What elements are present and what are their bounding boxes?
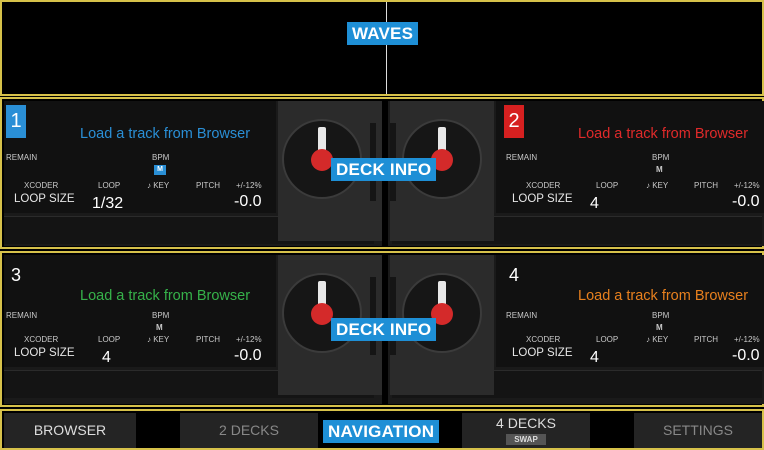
deck-2-number[interactable]: 2 <box>504 105 524 138</box>
deck-1-loop-label: LOOP <box>98 181 121 190</box>
deck-4-pitch-range-label[interactable]: +/-12% <box>734 335 760 344</box>
deck-2-loop-size-value[interactable]: 4 <box>590 195 599 213</box>
deck-info-overlay-label-top: DECK INFO <box>331 158 437 181</box>
waveform-panel[interactable] <box>0 0 764 96</box>
deck-info-overlay-label-bottom: DECK INFO <box>331 318 437 341</box>
deck-2-pitch-label: PITCH <box>694 181 718 190</box>
deck-3-xcoder-label: XCODER <box>24 335 59 344</box>
deck-4-bpm-label: BPM <box>652 311 670 320</box>
deck-1[interactable]: 1 Load a track from Browser REMAIN BPM M… <box>4 101 382 246</box>
deck-2-key-label: ♪ KEY <box>646 181 669 190</box>
waveform-center-line <box>386 2 387 94</box>
settings-button[interactable]: SETTINGS <box>634 413 762 448</box>
deck-4[interactable]: 4 Load a track from Browser REMAIN BPM M… <box>388 255 764 404</box>
deck-1-loop-size-label: LOOP SIZE <box>14 193 75 205</box>
deck-1-pitch-range-label[interactable]: +/-12% <box>236 181 262 190</box>
deck-2-bpm-mode-badge[interactable]: M <box>656 165 663 174</box>
deck-4-number[interactable]: 4 <box>504 259 524 292</box>
deck-3-pitch-range-label[interactable]: +/-12% <box>236 335 262 344</box>
waves-overlay-label: WAVES <box>347 22 419 45</box>
deck-3-loop-size-label: LOOP SIZE <box>14 347 75 359</box>
deck-1-track-title[interactable]: Load a track from Browser <box>80 126 250 142</box>
deck-4-pitch-label: PITCH <box>694 335 718 344</box>
deck-4-remain-label: REMAIN <box>506 311 538 320</box>
deck-1-xcoder-label: XCODER <box>24 181 59 190</box>
deck-2-pitch-value[interactable]: -0.0 <box>732 193 760 211</box>
deck-1-number[interactable]: 1 <box>6 105 26 138</box>
deck-4-loop-size-value[interactable]: 4 <box>590 349 599 367</box>
deck-3-remain-label: REMAIN <box>6 311 38 320</box>
deck-1-bpm-mode-badge[interactable]: M <box>154 165 166 175</box>
four-decks-label: 4 DECKS <box>496 415 556 431</box>
deck-4-track-title[interactable]: Load a track from Browser <box>578 288 748 304</box>
deck-1-remain-label: REMAIN <box>6 153 38 162</box>
deck-4-loop-size-label: LOOP SIZE <box>512 347 573 359</box>
deck-3-bpm-mode-badge[interactable]: M <box>156 323 163 332</box>
deck-4-platter[interactable] <box>402 273 482 353</box>
deck-1-pitch-label: PITCH <box>196 181 220 190</box>
deck-2-loop-size-label: LOOP SIZE <box>512 193 573 205</box>
deck-4-pitch-slider[interactable] <box>390 277 396 355</box>
deck-1-key-label: ♪ KEY <box>147 181 170 190</box>
deck-3-key-label: ♪ KEY <box>147 335 170 344</box>
deck-3-platter-label <box>311 303 333 325</box>
vdj-skin-root: WAVES 1 Load a track from Browser REMAIN… <box>0 0 764 450</box>
four-decks-button[interactable]: 4 DECKS SWAP <box>462 413 590 448</box>
deck-3-number[interactable]: 3 <box>6 259 26 292</box>
deck-3-platter[interactable] <box>282 273 362 353</box>
deck-2-loop-label: LOOP <box>596 181 619 190</box>
deck-3-track-title[interactable]: Load a track from Browser <box>80 288 250 304</box>
deck-2-bpm-label: BPM <box>652 153 670 162</box>
deck-2-xcoder-label: XCODER <box>526 181 561 190</box>
deck-2-remain-label: REMAIN <box>506 153 538 162</box>
deck-3-pitch-value[interactable]: -0.0 <box>234 347 262 365</box>
browser-button[interactable]: BROWSER <box>4 413 136 448</box>
swap-button[interactable]: SWAP <box>506 434 546 445</box>
deck-1-loop-size-value[interactable]: 1/32 <box>92 195 123 213</box>
deck-4-loop-label: LOOP <box>596 335 619 344</box>
deck-4-pitch-value[interactable]: -0.0 <box>732 347 760 365</box>
deck-1-pitch-value[interactable]: -0.0 <box>234 193 262 211</box>
deck-1-bpm-label: BPM <box>152 153 170 162</box>
deck-3-pitch-label: PITCH <box>196 335 220 344</box>
deck-3-loop-label: LOOP <box>98 335 121 344</box>
deck-4-xcoder-label: XCODER <box>526 335 561 344</box>
deck-1-platter-label <box>311 149 333 171</box>
deck-4-bpm-mode-badge[interactable]: M <box>656 323 663 332</box>
two-decks-button[interactable]: 2 DECKS <box>180 413 318 448</box>
deck-3[interactable]: 3 Load a track from Browser REMAIN BPM M… <box>4 255 382 404</box>
deck-2[interactable]: 2 Load a track from Browser REMAIN BPM M… <box>388 101 764 246</box>
deck-3-loop-size-value[interactable]: 4 <box>102 349 111 367</box>
deck-2-pitch-range-label[interactable]: +/-12% <box>734 181 760 190</box>
navigation-overlay-label: NAVIGATION <box>323 420 440 443</box>
deck-2-track-title[interactable]: Load a track from Browser <box>578 126 748 142</box>
deck-4-key-label: ♪ KEY <box>646 335 669 344</box>
deck-3-pitch-slider[interactable] <box>370 277 376 355</box>
deck-3-bpm-label: BPM <box>152 311 170 320</box>
